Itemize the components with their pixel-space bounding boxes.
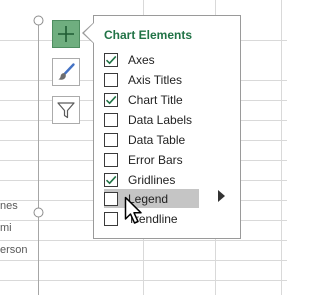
chart-resize-handle-top[interactable] bbox=[33, 15, 44, 26]
flyout-pointer-fill bbox=[84, 23, 94, 43]
chart-elements-button[interactable] bbox=[52, 20, 80, 48]
row-label-fragment: nes bbox=[0, 200, 18, 212]
checkbox[interactable] bbox=[104, 212, 118, 226]
checkbox[interactable] bbox=[104, 133, 118, 147]
legend-submenu-arrow-icon[interactable] bbox=[218, 190, 225, 202]
chart-element-label: Data Labels bbox=[128, 113, 193, 127]
chart-element-data-table[interactable]: Data Table bbox=[104, 131, 199, 149]
checkbox[interactable] bbox=[104, 173, 118, 187]
chart-element-trendline[interactable]: Trendline bbox=[104, 210, 199, 228]
filter-funnel-icon bbox=[57, 102, 75, 119]
plus-icon bbox=[58, 26, 74, 42]
chart-element-axes[interactable]: Axes bbox=[104, 51, 199, 69]
paintbrush-icon bbox=[58, 63, 75, 80]
checkbox[interactable] bbox=[104, 191, 118, 206]
chart-element-axis-titles[interactable]: Axis Titles bbox=[104, 71, 199, 89]
flyout-title: Chart Elements bbox=[104, 28, 193, 42]
checkmark-icon bbox=[105, 95, 117, 105]
row-label-fragment: erson bbox=[0, 244, 28, 256]
row-label-fragment: mi bbox=[0, 222, 12, 234]
checkbox[interactable] bbox=[104, 93, 118, 107]
chart-element-label: Axes bbox=[128, 53, 155, 67]
checkbox[interactable] bbox=[104, 113, 118, 127]
chart-styles-button[interactable] bbox=[52, 58, 80, 86]
chart-element-data-labels[interactable]: Data Labels bbox=[104, 111, 199, 129]
chart-element-label: Error Bars bbox=[128, 153, 183, 167]
chart-element-label: Gridlines bbox=[128, 173, 176, 187]
chart-element-label: Axis Titles bbox=[128, 73, 183, 87]
chart-elements-flyout: Chart Elements Axes Axis Titles Chart Ti… bbox=[93, 15, 241, 239]
chart-element-error-bars[interactable]: Error Bars bbox=[104, 151, 199, 169]
chart-resize-handle-middle[interactable] bbox=[33, 207, 44, 218]
checkbox[interactable] bbox=[104, 153, 118, 167]
chart-filters-button[interactable] bbox=[52, 96, 80, 124]
checkmark-icon bbox=[105, 175, 117, 185]
chart-element-legend[interactable]: Legend bbox=[104, 189, 199, 208]
chart-element-gridlines[interactable]: Gridlines bbox=[104, 171, 199, 189]
chart-element-label: Chart Title bbox=[128, 93, 183, 107]
checkmark-icon bbox=[105, 55, 117, 65]
chart-element-label: Data Table bbox=[128, 133, 186, 147]
mouse-pointer-icon bbox=[124, 196, 142, 224]
checkbox[interactable] bbox=[104, 53, 118, 67]
checkbox[interactable] bbox=[104, 73, 118, 87]
chart-element-chart-title[interactable]: Chart Title bbox=[104, 91, 199, 109]
